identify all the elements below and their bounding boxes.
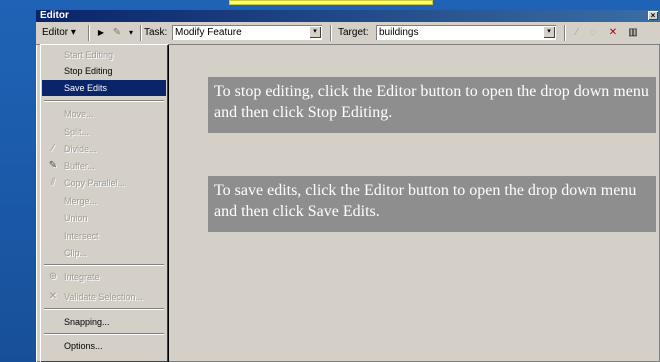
window-title: Editor [40, 10, 69, 21]
chevron-down-icon: ▾ [70, 27, 76, 38]
menu-separator [44, 308, 164, 309]
task-combo-value: Modify Feature [175, 27, 242, 38]
toolbar-separator [330, 25, 331, 41]
editor-window: Editor × Editor ▾ ▶ ✎ ▾ Task: Modify Fea… [36, 10, 660, 362]
menu-item-start-editing[interactable]: Start Editing [42, 47, 166, 63]
menu-item-snapping[interactable]: Snapping... [42, 314, 166, 330]
close-icon[interactable]: × [648, 11, 658, 20]
copy-parallel-icon: ⫽ [50, 177, 56, 188]
menu-item-integrate-label: Integrate [64, 272, 100, 282]
task-label: Task: [144, 27, 168, 38]
menu-item-buffer[interactable]: ✎ Buffer... [42, 158, 166, 174]
menu-item-integrate[interactable]: ⊕ Integrate [42, 269, 166, 285]
edit-vertices-icon[interactable]: ⁄ [570, 26, 584, 40]
menu-separator [44, 264, 164, 265]
editor-menu-button[interactable]: Editor ▾ [42, 26, 76, 40]
callout-stop-editing: To stop editing, click the Editor button… [208, 77, 656, 133]
toolbar-separator [564, 25, 565, 41]
rotate-icon[interactable]: ◌ [586, 26, 600, 40]
menu-item-divide-label: Divide... [64, 144, 97, 154]
editor-dropdown-menu: Start Editing Stop Editing Save Edits Mo… [40, 44, 168, 362]
pencil-icon[interactable]: ✎ [110, 26, 124, 40]
chevron-down-icon[interactable]: ▾ [309, 26, 321, 38]
menu-item-copy-parallel-label: Copy Parallel... [64, 178, 126, 188]
divide-icon: ⁄ [52, 143, 54, 154]
target-label: Target: [338, 27, 369, 38]
target-combo[interactable]: buildings ▾ [376, 25, 556, 40]
menu-separator [44, 333, 164, 334]
window-titlebar[interactable]: Editor × [36, 10, 660, 22]
pencil-dropdown-icon[interactable]: ▾ [124, 26, 138, 40]
integrate-icon: ⊕ [48, 271, 58, 282]
menu-item-split[interactable]: Split... [42, 124, 166, 140]
buffer-icon: ✎ [48, 160, 58, 171]
top-highlight-bar [229, 0, 433, 5]
menu-item-validate-selection[interactable]: ✕ Validate Selection... [42, 289, 166, 305]
menu-item-options[interactable]: Options... [42, 338, 166, 354]
menu-item-save-edits[interactable]: Save Edits [42, 80, 166, 96]
menu-item-buffer-label: Buffer... [64, 161, 95, 171]
validate-icon: ✕ [48, 291, 58, 302]
sketch-tool-icon[interactable]: ▶ [94, 26, 108, 40]
menu-item-copy-parallel[interactable]: ⫽ Copy Parallel... [42, 175, 166, 191]
menu-item-intersect[interactable]: Intersect [42, 228, 166, 244]
menu-separator [44, 100, 164, 101]
target-combo-value: buildings [379, 27, 419, 38]
menu-item-union[interactable]: Union [42, 210, 166, 226]
editor-menu-label: Editor [42, 27, 69, 38]
menu-item-stop-editing[interactable]: Stop Editing [42, 63, 166, 79]
chevron-down-icon[interactable]: ▾ [543, 26, 555, 38]
menu-item-clip[interactable]: Clip... [42, 245, 166, 261]
attributes-icon[interactable]: ▥ [626, 26, 640, 40]
delete-icon[interactable]: ✕ [606, 26, 620, 40]
callout-save-edits: To save edits, click the Editor button t… [208, 176, 656, 232]
toolbar-separator [88, 25, 89, 41]
menu-item-move[interactable]: Move... [42, 106, 166, 122]
menu-item-validate-selection-label: Validate Selection... [64, 292, 143, 302]
menu-item-merge[interactable]: Merge... [42, 193, 166, 209]
editor-toolbar: Editor ▾ ▶ ✎ ▾ Task: Modify Feature ▾ Ta… [36, 22, 660, 45]
menu-item-divide[interactable]: ⁄ Divide... [42, 141, 166, 157]
toolbar-separator [140, 25, 141, 41]
task-combo[interactable]: Modify Feature ▾ [172, 25, 322, 40]
